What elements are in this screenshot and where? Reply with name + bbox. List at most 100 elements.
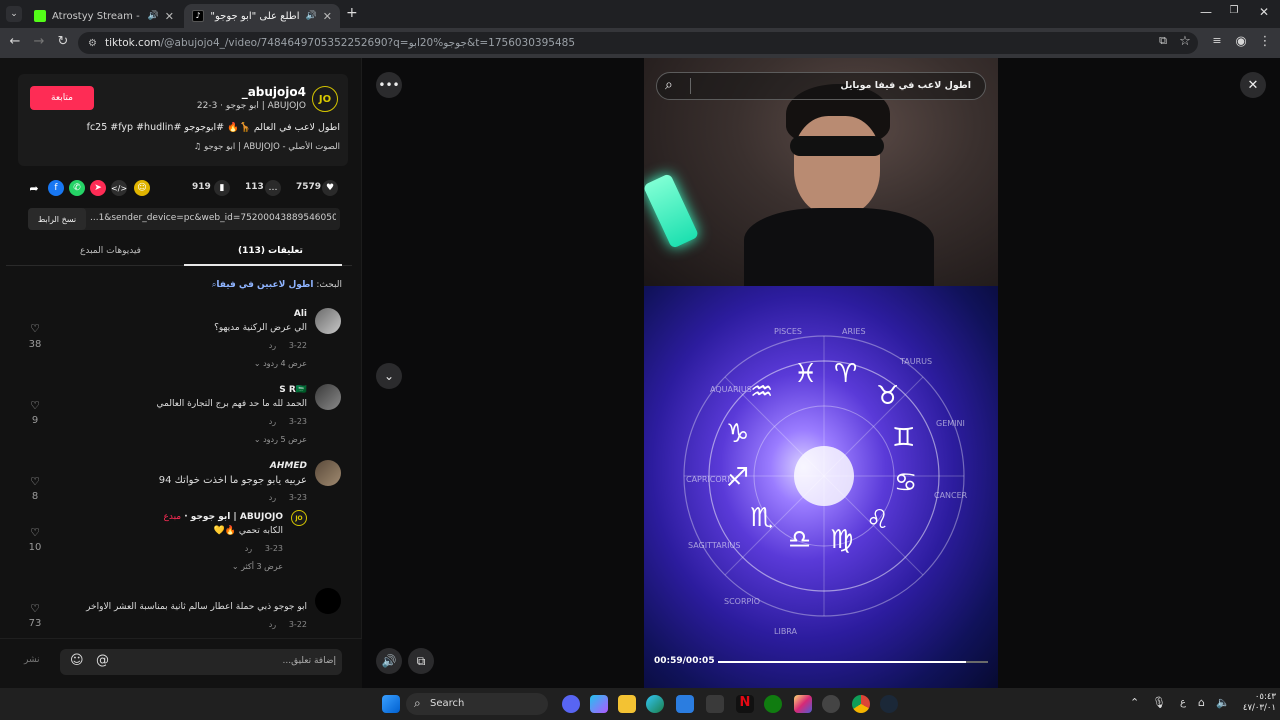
netflix-icon[interactable]: N (736, 695, 754, 713)
taskbar-search[interactable]: ⌕ Search (406, 693, 548, 715)
save-count: 919 (192, 182, 211, 192)
facebook-icon[interactable]: f (48, 180, 64, 196)
store-icon[interactable] (676, 695, 694, 713)
close-tab-icon[interactable]: ✕ (323, 10, 332, 23)
language-indicator[interactable]: ع (1180, 697, 1186, 708)
sound-line[interactable]: الصوت الأصلي - ABUJOJO | ابو جوجو ♫ (78, 142, 340, 152)
reload-icon[interactable]: ↻ (54, 34, 72, 49)
address-bar[interactable]: ⚙ tiktok.com/@abujojo4_/video/7484649705… (78, 32, 1198, 54)
close-window-icon[interactable]: ✕ (1254, 5, 1274, 19)
avatar[interactable] (315, 588, 341, 614)
tab-comments[interactable]: (113) تعليقات (238, 246, 303, 256)
site-info-icon[interactable]: ⚙ (88, 38, 97, 49)
install-icon[interactable]: ⧉ (1154, 34, 1172, 48)
emoji-icon[interactable]: ☺ (70, 653, 84, 668)
heart-outline-icon[interactable]: ♡ (25, 475, 45, 488)
discord-icon[interactable] (562, 695, 580, 713)
back-icon[interactable]: ← (6, 34, 24, 49)
file-explorer-icon[interactable] (618, 695, 636, 713)
heart-outline-icon[interactable]: ♡ (25, 602, 45, 615)
share-arrow-icon[interactable]: ➦ (26, 180, 42, 196)
video-progress-bar[interactable] (718, 661, 988, 663)
mini-player-icon[interactable]: ⧉ (408, 648, 434, 674)
reply-link[interactable]: رد (269, 620, 276, 629)
reply-link[interactable]: رد (269, 341, 276, 350)
comment-input[interactable]: ☺ @ إضافة تعليق... (60, 649, 342, 675)
volume-icon[interactable]: 🔊 (376, 648, 402, 674)
volume-tray-icon[interactable]: 🔈 (1216, 696, 1230, 709)
browser-tab[interactable]: Atrostyy Stream - Watch Liv 🔊 ✕ (26, 4, 182, 28)
avatar[interactable] (315, 308, 341, 334)
comment-author[interactable]: Ali (200, 309, 307, 319)
heart-outline-icon[interactable]: ♡ (25, 322, 45, 335)
new-tab-button[interactable]: + (346, 5, 358, 21)
edge-icon[interactable] (646, 695, 664, 713)
menu-icon[interactable]: ⋮ (1256, 34, 1274, 49)
avatar[interactable]: JO (291, 510, 307, 526)
next-video-chevron-icon[interactable]: ⌄ (376, 363, 402, 389)
virgo-glyph: ♍ (830, 525, 853, 555)
epic-games-icon[interactable] (706, 695, 724, 713)
minimize-icon[interactable]: — (1196, 5, 1216, 19)
clock[interactable]: ٠٥:٤٣ ٤٧/٠٣/٠١ (1236, 692, 1276, 714)
comment-icon[interactable]: … (265, 180, 281, 196)
chrome-icon[interactable] (852, 695, 870, 713)
bookmark-star-icon[interactable]: ☆ (1176, 34, 1194, 49)
coin-icon[interactable]: ☺ (134, 180, 150, 196)
comment-date: 3-23 (264, 544, 283, 553)
creator-badge: مبدع (163, 512, 182, 522)
windows-start-icon[interactable] (382, 695, 400, 713)
more-options-icon[interactable]: ••• (376, 72, 402, 98)
follow-button[interactable]: متابعة (30, 86, 94, 110)
creator-name[interactable]: ABUJOJO | ابو جوجو (191, 512, 283, 522)
search-hint-query[interactable]: اطول لاعبين في فيفا (216, 280, 313, 290)
heart-icon[interactable]: ♥ (322, 180, 338, 196)
view-replies[interactable]: عرض 4 ردود ⌄ (200, 359, 307, 368)
avatar[interactable] (315, 384, 341, 410)
tab-creator-videos[interactable]: فيديوهات المبدع (80, 246, 141, 256)
whatsapp-icon[interactable]: ✆ (69, 180, 85, 196)
bookmark-icon[interactable]: ▮ (214, 180, 230, 196)
username[interactable]: abujojo4_ (158, 85, 306, 99)
browser-tab-active[interactable]: ♪ اطلع على "ابو جوجو" على TikTok 🔊 ✕ (184, 4, 340, 28)
heart-outline-icon[interactable]: ♡ (25, 526, 45, 539)
forward-icon[interactable]: → (30, 34, 48, 49)
chatgpt-icon[interactable] (822, 695, 840, 713)
search-hint[interactable]: البحث: اطول لاعبين في فيفا⌕ (150, 280, 342, 290)
view-replies[interactable]: عرض 5 ردود ⌄ (200, 435, 307, 444)
video-player[interactable]: ♓ ♈ ♉ ♊ ♋ ♌ ♍ ♎ ♏ ♐ ♑ ♒ PISCES ARIES TAU… (644, 58, 998, 688)
steam-icon[interactable] (880, 695, 898, 713)
heart-outline-icon[interactable]: ♡ (25, 399, 45, 412)
mention-icon[interactable]: @ (96, 653, 109, 668)
restore-icon[interactable]: ❐ (1224, 5, 1244, 16)
avatar[interactable]: JO (312, 86, 338, 112)
comment-author[interactable]: AHMED (200, 461, 307, 471)
embed-icon[interactable]: </> (111, 180, 127, 196)
avatar[interactable] (315, 460, 341, 486)
reply-link[interactable]: رد (245, 544, 252, 553)
network-icon[interactable]: ⌂ (1198, 696, 1205, 709)
search-icon[interactable]: ⌕ (665, 77, 673, 93)
copilot-icon[interactable] (590, 695, 608, 713)
xbox-icon[interactable] (764, 695, 782, 713)
media-controls-icon[interactable]: ≡ (1208, 34, 1226, 47)
reply-link[interactable]: رد (269, 493, 276, 502)
share-link-text[interactable]: ...1&sender_device=pc&web_id=75200043889… (90, 213, 336, 223)
close-tab-icon[interactable]: ✕ (165, 10, 174, 23)
video-search-bar[interactable]: ⌕ اطول لاعب في فيفا موبايل (656, 72, 986, 100)
profile-icon[interactable]: ◉ (1232, 34, 1250, 49)
comment-text: الحمد لله ما حد فهم برج التجارة العالمي (156, 399, 307, 409)
telegram-icon[interactable]: ➤ (90, 180, 106, 196)
microphone-icon[interactable]: 🎙 (1152, 696, 1166, 709)
person-body (744, 208, 934, 288)
tab-search-button[interactable]: ⌄ (6, 6, 22, 22)
copy-link-button[interactable]: نسخ الرابط (28, 208, 86, 230)
instagram-icon[interactable] (794, 695, 812, 713)
close-video-icon[interactable]: ✕ (1240, 72, 1266, 98)
post-button[interactable]: نشر (24, 655, 40, 665)
tray-chevron-icon[interactable]: ⌃ (1130, 696, 1139, 709)
comment-author[interactable]: S R🇸🇦 (200, 385, 307, 395)
view-more[interactable]: عرض 3 أكثر ⌄ (176, 562, 283, 571)
reply-link[interactable]: رد (269, 417, 276, 426)
url-host: tiktok.com (104, 37, 161, 49)
